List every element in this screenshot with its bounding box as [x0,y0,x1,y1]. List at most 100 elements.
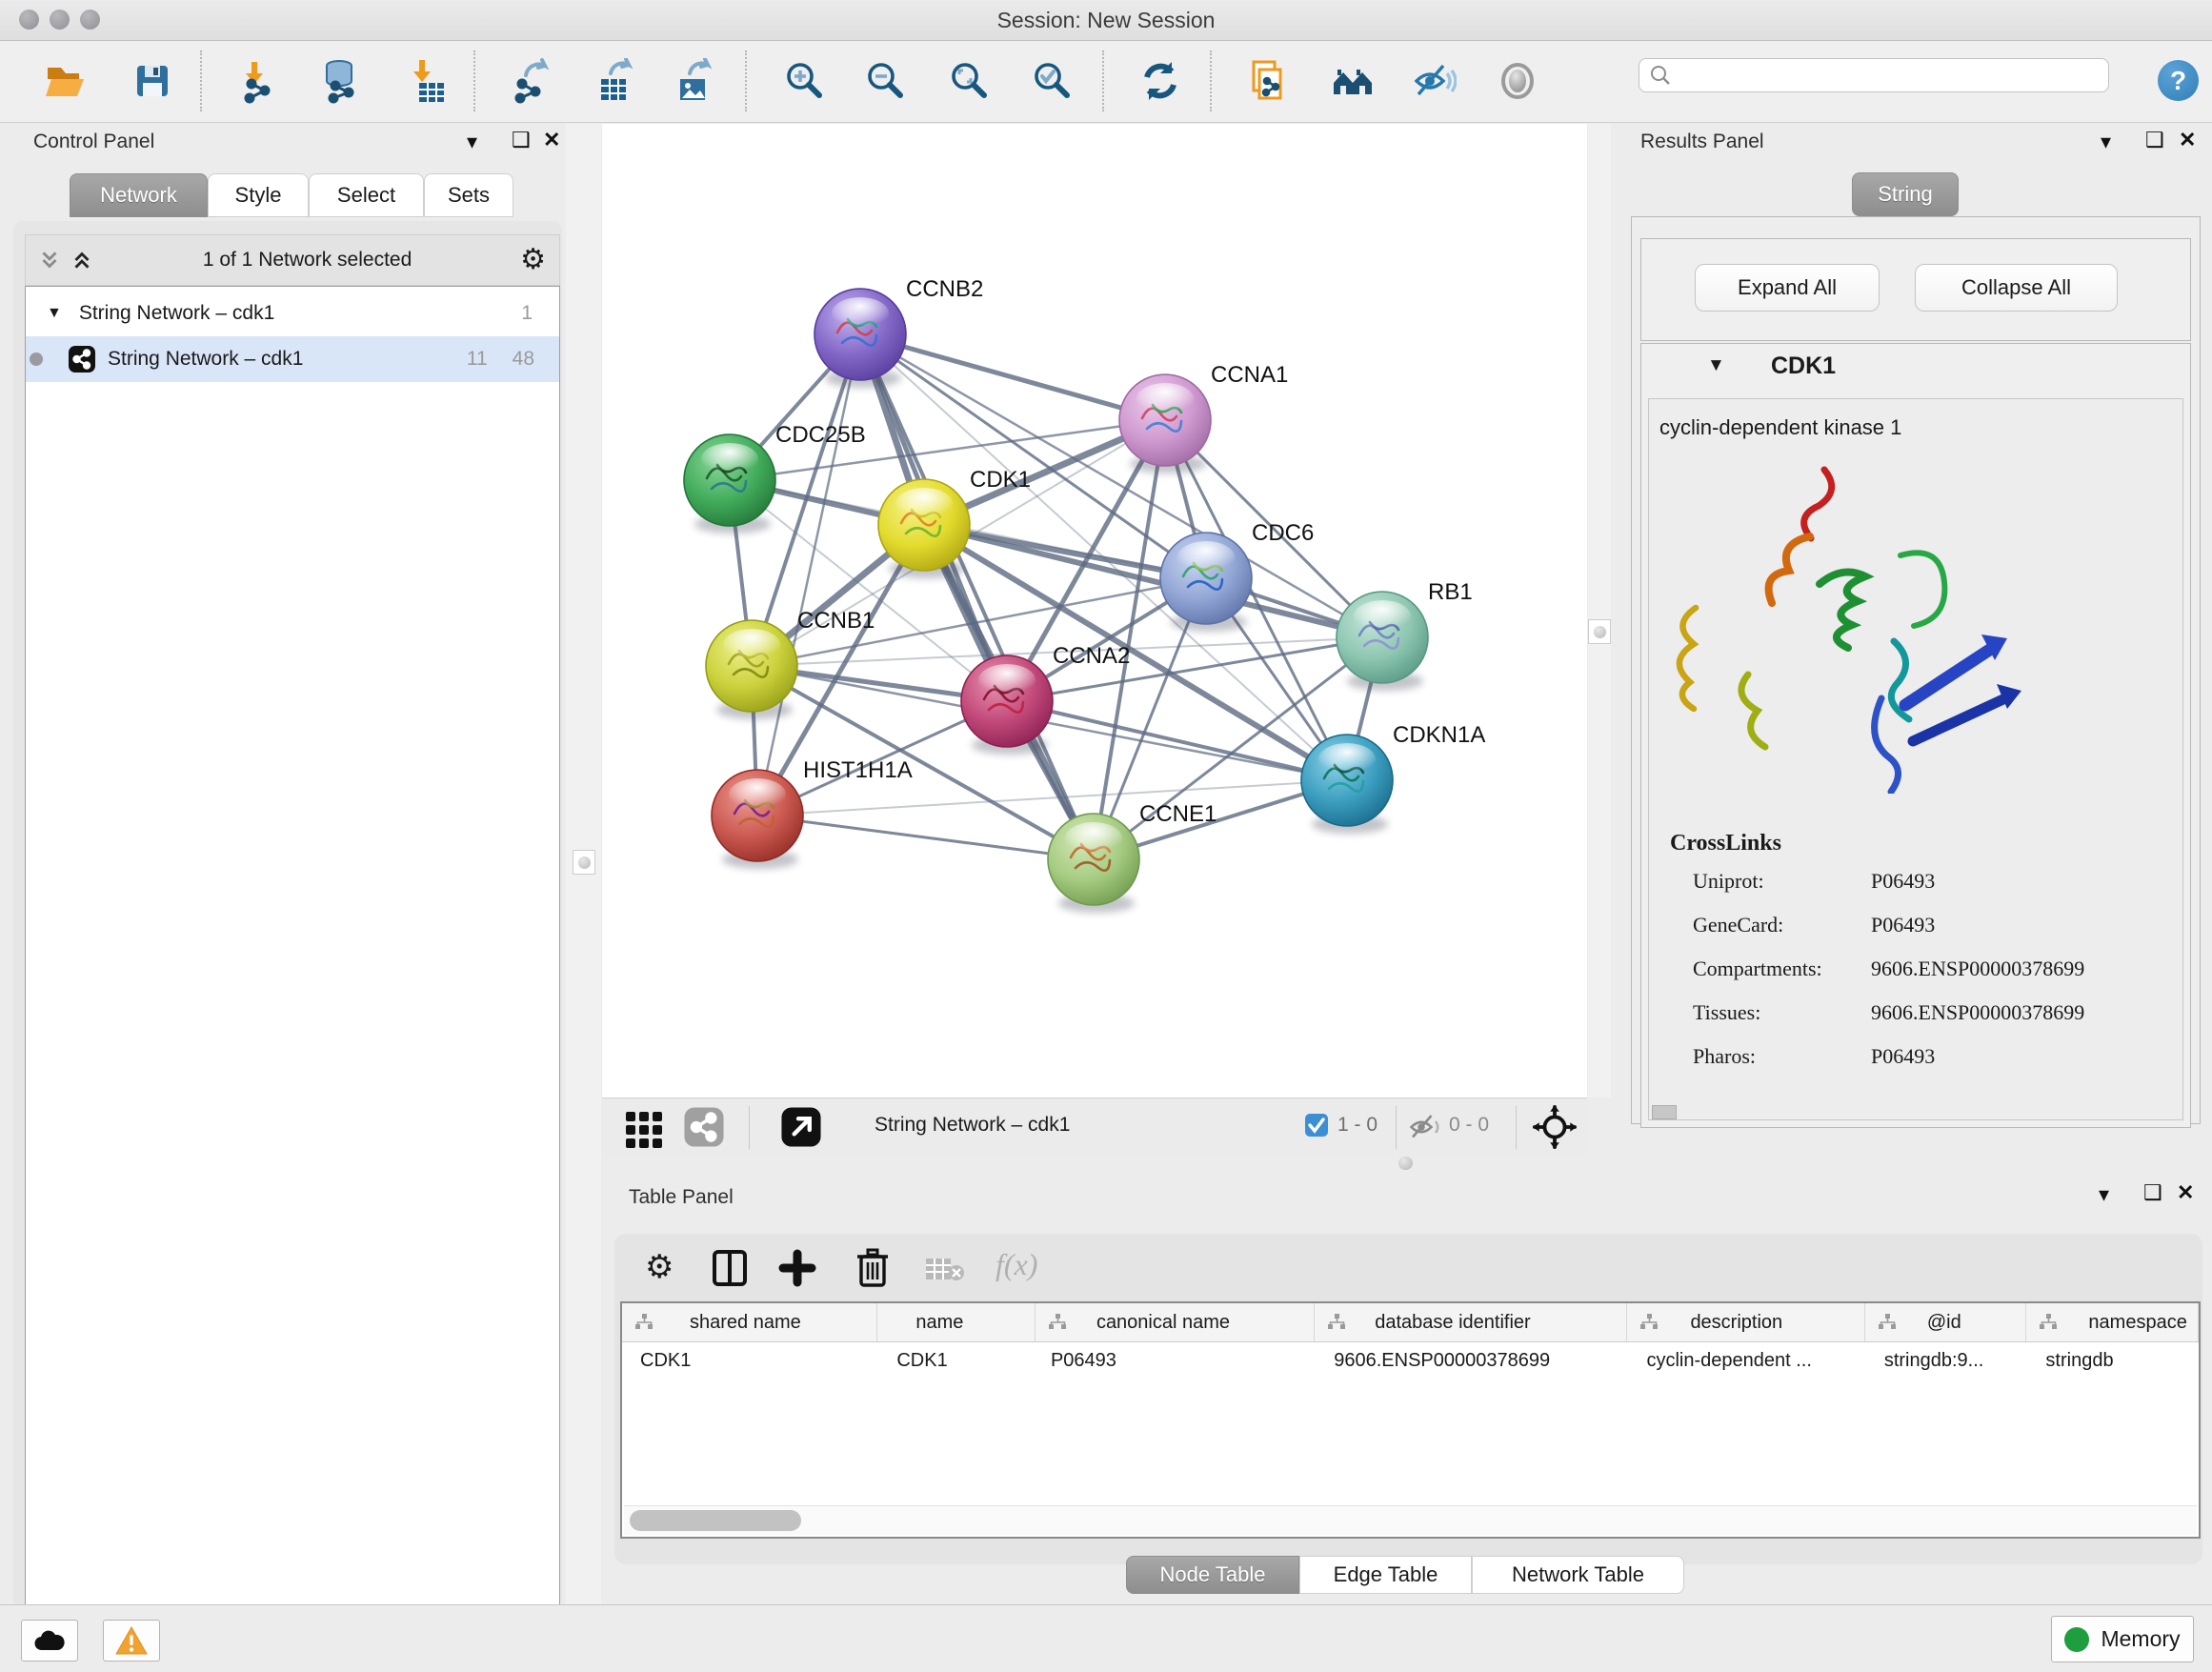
export-table-icon[interactable] [592,58,637,104]
column-header[interactable]: description [1627,1303,1864,1341]
collapse-all-button[interactable]: Collapse All [1915,264,2118,312]
table-panel-close-icon[interactable]: ✕ [2177,1180,2194,1205]
selected-checkbox-icon[interactable] [1304,1113,1329,1138]
open-session-icon[interactable] [42,58,88,104]
import-network-from-file-icon[interactable] [236,58,282,104]
import-string-network-icon[interactable] [1244,58,1290,104]
zoom-selected-icon[interactable] [1030,58,1076,104]
network-node[interactable] [1160,533,1252,632]
hide-selected-eye-icon[interactable] [1411,58,1457,104]
table-horizontal-scrollbar[interactable] [624,1505,2197,1535]
save-session-icon[interactable] [130,58,175,104]
tree-expander-icon[interactable]: ▼ [47,305,62,322]
left-splitter-handle[interactable] [573,850,595,875]
table-settings-gear-icon[interactable]: ⚙ [645,1251,674,1283]
table-cell[interactable]: stringdb [2026,1342,2199,1379]
search-box[interactable] [1639,58,2109,92]
results-panel-collapse-icon[interactable]: ▾ [2101,130,2111,154]
horizontal-splitter-handle[interactable] [1398,1157,1413,1170]
crosslink-link[interactable]: P06493 [1871,1044,1935,1069]
network-edge[interactable] [757,816,1094,859]
network-node[interactable] [1119,374,1211,473]
results-panel-close-icon[interactable]: ✕ [2179,128,2196,152]
network-node[interactable] [1301,735,1393,834]
table-cell[interactable]: CDK1 [877,1342,1036,1379]
results-panel-float-icon[interactable]: ❑ [2145,128,2164,152]
show-all-eye-icon[interactable] [1495,58,1540,104]
network-node[interactable] [684,434,775,534]
refresh-icon[interactable] [1137,58,1183,104]
network-node[interactable] [1048,814,1139,913]
table-cell[interactable]: 9606.ENSP00000378699 [1315,1342,1627,1379]
column-header[interactable]: namespace [2026,1303,2199,1341]
network-tree-root-row[interactable]: ▼ String Network – cdk1 1 [26,291,559,336]
tab-style[interactable]: Style [208,173,309,217]
warnings-button[interactable] [103,1620,160,1662]
network-node[interactable] [712,770,803,869]
homes-icon[interactable] [1330,58,1376,104]
table-cell[interactable]: CDK1 [622,1342,877,1379]
network-node[interactable] [961,655,1053,755]
cloud-button[interactable] [21,1620,78,1662]
table-cell[interactable]: cyclin-dependent ... [1627,1342,1864,1379]
network-node[interactable] [706,620,797,719]
mini-scrollbar-stub[interactable] [1652,1105,1677,1119]
search-input[interactable] [1672,64,2085,88]
table-cell[interactable]: stringdb:9... [1865,1342,2027,1379]
column-header[interactable]: shared name [622,1303,877,1341]
crosslink-link[interactable]: 9606.ENSP00000378699 [1871,957,2084,981]
zoom-out-icon[interactable] [863,58,909,104]
table-panel-float-icon[interactable]: ❑ [2143,1180,2162,1205]
collapse-all-tree-icon[interactable] [70,248,94,272]
column-header[interactable]: name [877,1303,1036,1341]
tab-select[interactable]: Select [309,173,424,217]
left-splitter[interactable] [566,124,601,1608]
memory-button[interactable]: Memory [2051,1616,2194,1662]
gene-expander-icon[interactable]: ▼ [1707,355,1725,376]
add-column-icon[interactable] [778,1249,816,1287]
zoom-fit-icon[interactable] [947,58,993,104]
export-image-icon[interactable] [671,58,716,104]
help-button[interactable]: ? [2158,60,2199,101]
crosslink-link[interactable]: P06493 [1871,913,1935,937]
delete-column-trash-icon[interactable] [855,1247,891,1289]
import-table-from-file-icon[interactable] [404,58,450,104]
tab-string[interactable]: String [1852,172,1959,216]
center-view-crosshair-icon[interactable] [1533,1105,1577,1149]
tab-network[interactable]: Network [70,173,208,217]
column-header[interactable]: @id [1865,1303,2027,1341]
birdseye-grid-icon[interactable] [622,1106,668,1152]
network-node[interactable] [878,479,970,578]
show-columns-icon[interactable] [712,1249,748,1287]
tab-sets[interactable]: Sets [424,173,513,217]
table-panel-collapse-icon[interactable]: ▾ [2099,1182,2109,1207]
crosslink-link[interactable]: 9606.ENSP00000378699 [1871,1000,2084,1025]
network-overview-icon[interactable] [683,1106,725,1148]
column-header[interactable]: database identifier [1315,1303,1627,1341]
node-table[interactable]: shared namenamecanonical namedatabase id… [620,1301,2201,1539]
network-edge[interactable] [757,334,860,816]
import-network-from-database-icon[interactable] [318,58,364,104]
crosslink-link[interactable]: P06493 [1871,869,1935,894]
control-panel-float-icon[interactable]: ❑ [512,128,531,152]
expand-all-button[interactable]: Expand All [1695,264,1880,312]
open-in-new-window-icon[interactable] [780,1106,822,1148]
control-panel-close-icon[interactable]: ✕ [543,128,560,152]
expand-all-tree-icon[interactable] [37,248,62,272]
tab-node-table[interactable]: Node Table [1126,1556,1299,1594]
zoom-in-icon[interactable] [782,58,828,104]
export-network-icon[interactable] [509,58,554,104]
right-splitter[interactable] [1588,124,1611,1098]
network-edge[interactable] [1007,701,1347,780]
control-panel-collapse-icon[interactable]: ▾ [467,130,477,154]
network-options-gear-icon[interactable]: ⚙ [520,246,546,274]
right-splitter-handle[interactable] [1588,619,1611,644]
network-canvas[interactable]: CCNB2CCNA1CDC25BCDK1CDC6RB1CCNB1CCNA2CDK… [602,124,1587,1098]
network-tree-child-row[interactable]: String Network – cdk1 11 48 [26,336,559,382]
table-row[interactable]: CDK1CDK1P064939606.ENSP00000378699cyclin… [622,1342,2199,1379]
tab-network-table[interactable]: Network Table [1472,1556,1684,1594]
column-header[interactable]: canonical name [1036,1303,1315,1341]
scrollbar-thumb[interactable] [630,1510,801,1531]
table-cell[interactable]: P06493 [1036,1342,1315,1379]
tab-edge-table[interactable]: Edge Table [1299,1556,1472,1594]
